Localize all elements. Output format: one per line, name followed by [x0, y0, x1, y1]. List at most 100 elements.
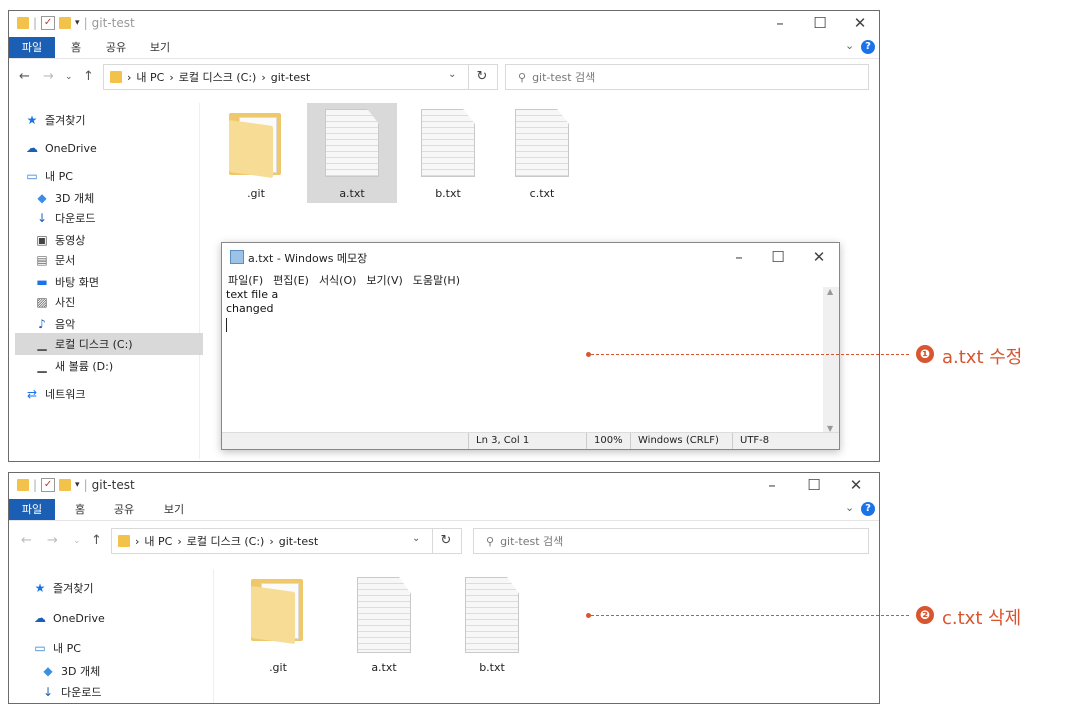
breadcrumb-this-pc[interactable]: 내 PC — [136, 69, 164, 85]
properties-icon[interactable]: ✓ — [41, 16, 56, 30]
help-icon[interactable]: ? — [861, 40, 875, 54]
notepad-menu-bar: 파일(F) 편집(E) 서식(O) 보기(V) 도움말(H) — [228, 272, 460, 288]
menu-view[interactable]: 보기(V) — [366, 272, 402, 288]
chevron-down-icon[interactable]: ⌄ — [845, 39, 854, 52]
address-dropdown-icon[interactable]: ⌄ — [448, 69, 456, 80]
minimize-button[interactable]: – — [765, 14, 795, 32]
window-title: git-test — [91, 478, 135, 492]
maximize-button[interactable]: ☐ — [805, 14, 835, 32]
menu-file[interactable]: 파일(F) — [228, 272, 263, 288]
close-button[interactable]: ✕ — [841, 476, 871, 494]
document-icon: ▤ — [36, 253, 48, 267]
recent-dropdown-icon[interactable]: ⌄ — [73, 536, 81, 546]
notepad-title: a.txt - Windows 메모장 — [248, 252, 368, 265]
sidebar-item-quick-access[interactable]: ★ 즐겨찾기 — [25, 109, 211, 131]
breadcrumb-this-pc[interactable]: 내 PC — [144, 533, 172, 549]
back-arrow-icon[interactable]: ← — [21, 533, 32, 548]
cube-icon: ◆ — [43, 664, 53, 678]
forward-arrow-icon[interactable]: → — [47, 533, 58, 548]
properties-icon[interactable]: ✓ — [41, 478, 56, 492]
tab-home[interactable]: 홈 — [65, 499, 95, 520]
annotation-text-1: a.txt 수정 — [942, 347, 1023, 368]
desktop-icon: ▬ — [36, 275, 48, 289]
up-arrow-icon[interactable]: ↑ — [91, 533, 102, 548]
sidebar-item-pictures[interactable]: ▨ 사진 — [35, 291, 221, 313]
sidebar-item-videos[interactable]: ▣ 동영상 — [35, 229, 221, 251]
menu-edit[interactable]: 편집(E) — [273, 272, 309, 288]
help-icon[interactable]: ? — [861, 502, 875, 516]
sidebar-item-downloads[interactable]: ↓ 다운로드 — [41, 681, 227, 703]
file-item-b-txt[interactable]: b.txt — [447, 573, 537, 674]
sidebar-item-quick-access[interactable]: ★ 즐겨찾기 — [33, 577, 219, 599]
up-arrow-icon[interactable]: ↑ — [83, 69, 94, 84]
qat-dropdown-icon[interactable]: ▾ — [75, 18, 80, 28]
sidebar-item-this-pc[interactable]: ▭ 내 PC — [33, 637, 219, 659]
text-file-icon — [325, 109, 379, 177]
tab-file[interactable]: 파일 — [9, 499, 55, 520]
scroll-up-icon[interactable]: ▲ — [827, 287, 833, 296]
network-icon: ⇄ — [26, 387, 38, 401]
file-item-git[interactable]: .git — [233, 573, 323, 674]
sidebar-item-documents[interactable]: ▤ 문서 — [35, 249, 221, 271]
breadcrumb-git-test[interactable]: git-test — [271, 71, 310, 84]
address-bar[interactable]: › 내 PC › 로컬 디스크 (C:) › git-test ⌄ — [111, 528, 433, 554]
new-folder-icon[interactable] — [59, 479, 72, 491]
refresh-button[interactable]: ↻ — [431, 528, 462, 554]
navigation-bar: ← → ⌄ ↑ › 내 PC › 로컬 디스크 (C:) › git-test ⌄ ↻… — [9, 59, 879, 97]
breadcrumb-local-disk[interactable]: 로컬 디스크 (C:) — [179, 69, 257, 85]
breadcrumb-local-disk[interactable]: 로컬 디스크 (C:) — [187, 533, 265, 549]
new-folder-icon[interactable] — [59, 17, 72, 29]
menu-help[interactable]: 도움말(H) — [413, 272, 460, 288]
recent-dropdown-icon[interactable]: ⌄ — [65, 72, 73, 82]
status-zoom: 100% — [594, 435, 623, 446]
back-arrow-icon[interactable]: ← — [19, 69, 30, 84]
close-button[interactable]: ✕ — [845, 14, 875, 32]
notepad-text-area[interactable]: text file a changed — [226, 288, 278, 316]
tab-view[interactable]: 보기 — [157, 499, 191, 520]
sidebar-item-onedrive[interactable]: ☁ OneDrive — [33, 607, 219, 629]
chevron-down-icon[interactable]: ⌄ — [845, 501, 854, 514]
tab-file[interactable]: 파일 — [9, 37, 55, 58]
title-bar: | ✓ ▾ | git-test – ☐ ✕ — [9, 473, 879, 499]
maximize-button[interactable]: ☐ — [799, 476, 829, 494]
forward-arrow-icon[interactable]: → — [43, 69, 54, 84]
notepad-close-button[interactable]: ✕ — [804, 248, 834, 266]
sidebar-item-local-disk[interactable]: ▁ 로컬 디스크 (C:) — [15, 333, 203, 355]
status-line-ending: Windows (CRLF) — [638, 435, 719, 446]
file-item-c-txt[interactable]: c.txt — [497, 103, 587, 203]
sidebar-item-network[interactable]: ⇄ 네트워크 — [25, 383, 211, 405]
address-dropdown-icon[interactable]: ⌄ — [412, 533, 420, 544]
vertical-scrollbar[interactable]: ▲ ▼ — [823, 287, 839, 433]
star-icon: ★ — [26, 113, 38, 127]
download-icon: ↓ — [36, 211, 48, 225]
qat-dropdown-icon[interactable]: ▾ — [75, 480, 80, 490]
sidebar-item-onedrive[interactable]: ☁ OneDrive — [25, 137, 211, 159]
text-caret — [226, 318, 227, 332]
tab-share[interactable]: 공유 — [107, 499, 141, 520]
file-label: .git — [269, 661, 287, 674]
tab-share[interactable]: 공유 — [99, 37, 133, 58]
menu-format[interactable]: 서식(O) — [319, 272, 356, 288]
tab-view[interactable]: 보기 — [143, 37, 177, 58]
notepad-maximize-button[interactable]: ☐ — [763, 248, 793, 266]
tab-home[interactable]: 홈 — [61, 37, 91, 58]
file-item-b-txt[interactable]: b.txt — [403, 103, 493, 203]
sidebar-item-3d-objects[interactable]: ◆ 3D 개체 — [35, 187, 221, 209]
picture-icon: ▨ — [36, 295, 48, 309]
search-box[interactable]: ⚲ git-test 검색 — [505, 64, 869, 90]
file-item-a-txt[interactable]: a.txt — [307, 103, 397, 203]
minimize-button[interactable]: – — [757, 476, 787, 494]
address-bar[interactable]: › 내 PC › 로컬 디스크 (C:) › git-test ⌄ — [103, 64, 469, 90]
breadcrumb-git-test[interactable]: git-test — [279, 535, 318, 548]
sidebar-item-this-pc[interactable]: ▭ 내 PC — [25, 165, 211, 187]
refresh-button[interactable]: ↻ — [467, 64, 498, 90]
sidebar-item-music[interactable]: ♪ 음악 — [35, 313, 221, 335]
search-box[interactable]: ⚲ git-test 검색 — [473, 528, 869, 554]
file-item-git[interactable]: .git — [211, 103, 301, 203]
sidebar-item-downloads[interactable]: ↓ 다운로드 — [35, 207, 221, 229]
sidebar-item-new-volume[interactable]: ▁ 새 볼륨 (D:) — [35, 355, 221, 377]
file-item-a-txt[interactable]: a.txt — [339, 573, 429, 674]
notepad-minimize-button[interactable]: – — [724, 248, 754, 266]
sidebar-item-desktop[interactable]: ▬ 바탕 화면 — [35, 271, 221, 293]
sidebar-item-3d-objects[interactable]: ◆ 3D 개체 — [41, 660, 227, 682]
